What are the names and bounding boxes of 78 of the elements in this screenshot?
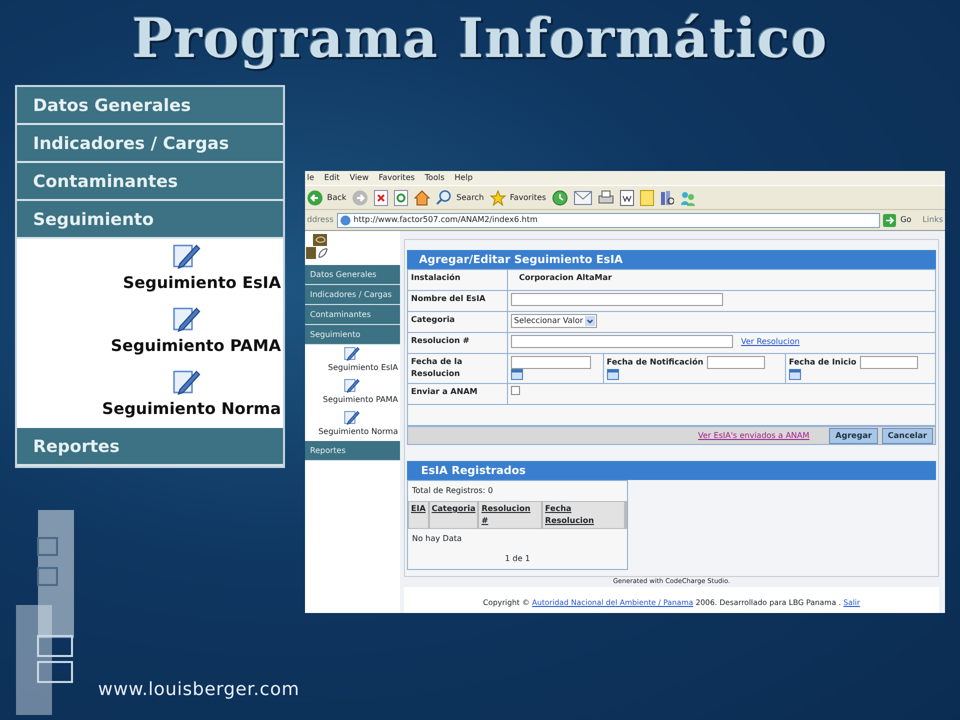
field-label: Fecha de Inicio: [788, 358, 856, 367]
menu-bar-item[interactable]: Help: [454, 172, 473, 184]
sidebar-item[interactable]: Contaminantes: [305, 305, 400, 326]
form-header: Agregar/Editar Seguimiento EsIA: [407, 250, 936, 270]
printer-icon[interactable]: [598, 190, 614, 206]
sidebar-item[interactable]: Datos Generales: [305, 265, 400, 286]
menu-bar-item[interactable]: Tools: [424, 172, 444, 184]
column-header[interactable]: Categoria: [428, 501, 478, 530]
menu-bar-item[interactable]: Favorites: [378, 172, 415, 184]
home-icon[interactable]: [414, 190, 430, 206]
search-icon: [436, 190, 452, 206]
sidebar-subitem[interactable]: Seguimiento PAMA: [305, 377, 400, 410]
calendar-icon: [511, 369, 523, 380]
slide-title: Programa Informático: [131, 5, 829, 71]
field-label: Nombre del EsIA: [408, 290, 508, 312]
people-icon[interactable]: [680, 190, 696, 206]
go-button[interactable]: Go: [883, 214, 912, 227]
date-input[interactable]: [860, 356, 918, 370]
sidebar-item[interactable]: Reportes: [305, 441, 400, 462]
sidebar-subitem[interactable]: Seguimiento EsIA: [305, 345, 400, 378]
document-icon[interactable]: [620, 190, 634, 206]
search-button[interactable]: Search: [436, 190, 484, 206]
field-label: Fecha de Notificación: [606, 358, 704, 367]
pager-text: 1 de 1: [504, 553, 532, 566]
calendar-icon: [606, 369, 619, 380]
menu-item[interactable]: Reportes: [17, 428, 283, 466]
calendar-icon: [788, 369, 801, 380]
sidebar-subitem[interactable]: Seguimiento Norma: [305, 409, 400, 442]
mail-icon[interactable]: [574, 190, 592, 205]
column-header[interactable]: Resolucion #: [478, 501, 542, 530]
field-label: Enviar a ANAM: [408, 384, 508, 405]
grid-header: EsIA Registrados: [407, 461, 936, 480]
menu-item[interactable]: Indicadores / Cargas: [17, 124, 283, 163]
website-url: www.louisberger.com: [98, 678, 300, 702]
empty-message: No hay Data: [411, 533, 463, 546]
sent-list-link[interactable]: Ver EsIA's enviados a ANAM: [698, 430, 810, 442]
send-checkbox[interactable]: [511, 386, 520, 396]
record-count: Total de Registros: 0: [411, 485, 494, 498]
logo-drawing: [305, 233, 329, 262]
stop-icon[interactable]: [374, 190, 388, 206]
pen-icon: [343, 345, 360, 362]
date-input[interactable]: [707, 356, 766, 370]
resolution-link[interactable]: Ver Resolucion: [741, 336, 800, 346]
date-input[interactable]: [511, 356, 591, 370]
page-icon: [340, 214, 351, 226]
history-icon[interactable]: [552, 190, 568, 206]
field-label: Instalación: [408, 270, 508, 291]
column-header[interactable]: EIA: [408, 501, 429, 530]
links-button[interactable]: Links: [922, 214, 943, 226]
field-value: Corporacion AltaMar: [519, 273, 612, 282]
pen-icon: [343, 377, 360, 394]
field-label: Categoria: [408, 312, 508, 333]
menu-bar-item[interactable]: Edit: [324, 172, 340, 184]
go-arrow-icon: [883, 214, 896, 227]
menu-bar-item[interactable]: View: [350, 172, 369, 184]
books-icon[interactable]: [660, 190, 674, 206]
sidebar-item[interactable]: Seguimiento: [305, 325, 400, 346]
form-button[interactable]: Agregar: [829, 428, 878, 444]
form-button[interactable]: Cancelar: [882, 428, 933, 444]
back-button[interactable]: Back: [307, 190, 346, 206]
refresh-icon[interactable]: [394, 190, 408, 206]
star-icon: [490, 190, 506, 206]
field-label: Resolucion #: [408, 332, 508, 354]
address-field[interactable]: http://www.factor507.com/ANAM2/index6.htm: [336, 212, 880, 228]
column-header[interactable]: Fecha Resolucion: [542, 501, 625, 530]
menu-bar-item[interactable]: le: [307, 172, 314, 184]
text-input[interactable]: [511, 335, 733, 348]
menu-item[interactable]: Datos Generales: [17, 86, 283, 125]
field-label: Fecha de la Resolucion: [408, 354, 508, 384]
pen-icon: [343, 409, 360, 426]
menu-item[interactable]: Seguimiento: [17, 200, 283, 239]
note-icon[interactable]: [640, 190, 654, 206]
menu-item[interactable]: Contaminantes: [17, 162, 283, 201]
address-label: ddress: [307, 214, 334, 226]
sidebar-item[interactable]: Indicadores / Cargas: [305, 285, 400, 306]
category-select[interactable]: Seleccionar Valor: [511, 314, 598, 328]
text-input[interactable]: [511, 293, 723, 306]
favorites-button[interactable]: Favorites: [490, 190, 546, 206]
